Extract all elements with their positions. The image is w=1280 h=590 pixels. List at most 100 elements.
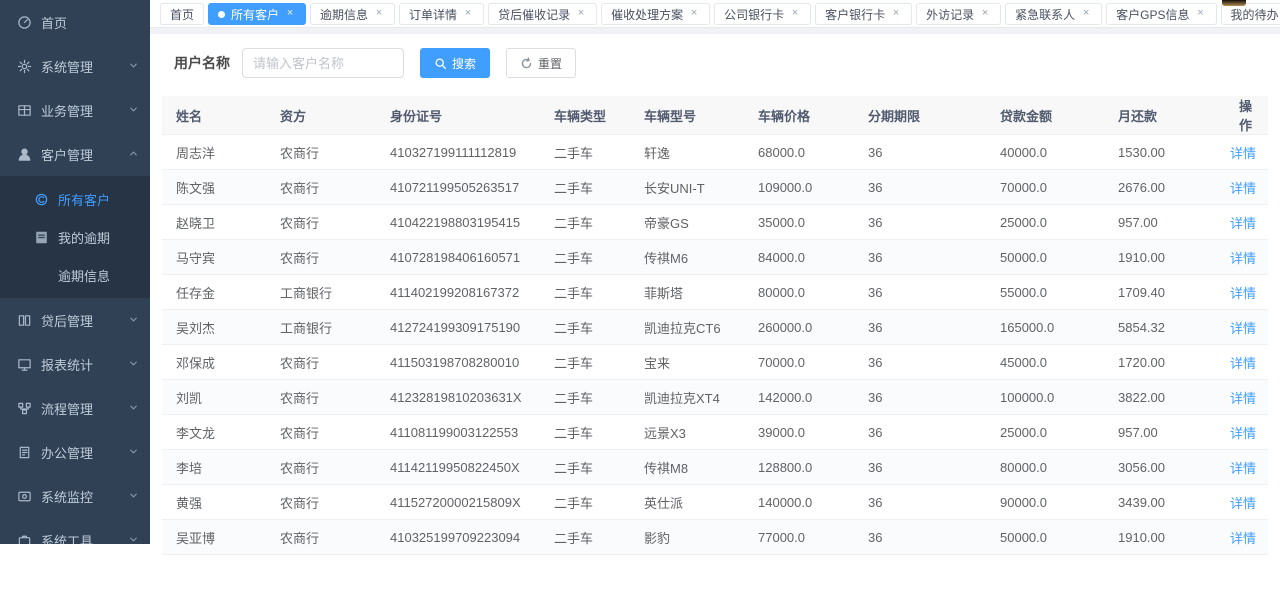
table-row: 吴亚博农商行410325199709223094二手车影豹77000.03650…	[162, 520, 1268, 555]
sidebar-item-5[interactable]: 报表统计	[0, 342, 150, 386]
tab-label: 紧急联系人	[1015, 6, 1075, 23]
submenu-item-label: 我的逾期	[58, 228, 140, 247]
cell: 二手车	[548, 450, 638, 485]
detail-link[interactable]: 详情	[1230, 356, 1256, 371]
table-row-partial	[162, 555, 1268, 590]
cell-action: 详情	[1224, 380, 1268, 415]
sidebar-item-2[interactable]: 业务管理	[0, 88, 150, 132]
detail-link[interactable]: 详情	[1230, 426, 1256, 441]
submenu-item-1[interactable]: 我的逾期	[0, 218, 150, 256]
detail-link[interactable]: 详情	[1230, 321, 1256, 336]
sidebar-item-9[interactable]: 系统工具	[0, 518, 150, 544]
close-icon[interactable]: ×	[789, 8, 801, 20]
cell: 411503198708280010	[384, 345, 548, 380]
tab-3[interactable]: 订单详情 ×	[399, 3, 484, 25]
submenu: 所有客户我的逾期逾期信息	[0, 176, 150, 298]
tab-1[interactable]: 所有客户×	[208, 3, 306, 25]
detail-link[interactable]: 详情	[1230, 461, 1256, 476]
column-header-4: 车辆型号	[638, 96, 752, 135]
cell: 957.00	[1112, 415, 1224, 450]
tab-label: 公司银行卡	[724, 6, 784, 23]
table-row: 黄强农商行41152720000215809X二手车英仕派140000.0369…	[162, 485, 1268, 520]
sidebar-item-3[interactable]: 客户管理	[0, 132, 150, 176]
sidebar-item-4[interactable]: 贷后管理	[0, 298, 150, 342]
cell: 宝来	[638, 345, 752, 380]
customer-icon	[33, 191, 49, 207]
close-icon[interactable]: ×	[1080, 8, 1092, 20]
close-icon[interactable]: ×	[688, 8, 700, 20]
reset-button[interactable]: 重置	[506, 48, 576, 78]
cell: 410728198406160571	[384, 240, 548, 275]
tab-9[interactable]: 紧急联系人 ×	[1005, 3, 1102, 25]
main-content: 首页所有客户×逾期信息×订单详情×贷后催收记录×催收处理方案×公司银行卡×客户银…	[150, 0, 1280, 544]
cell: 长安UNI-T	[638, 170, 752, 205]
cell: 36	[862, 205, 994, 240]
sidebar-item-7[interactable]: 办公管理	[0, 430, 150, 474]
sidebar-item-label: 系统监控	[41, 487, 128, 506]
sidebar-item-0[interactable]: 首页	[0, 0, 150, 44]
cell: 411081199003122553	[384, 415, 548, 450]
detail-link[interactable]: 详情	[1230, 251, 1256, 266]
tab-10[interactable]: 客户GPS信息 ×	[1106, 3, 1216, 25]
sidebar-item-8[interactable]: 系统监控	[0, 474, 150, 518]
detail-link[interactable]: 详情	[1230, 286, 1256, 301]
tab-label: 客户GPS信息	[1116, 6, 1189, 23]
close-icon[interactable]: ×	[373, 8, 385, 20]
customer-table: 姓名资方身份证号车辆类型车辆型号车辆价格分期期限贷款金额月还款操作 周志洋农商行…	[162, 96, 1268, 590]
close-icon[interactable]: ×	[462, 8, 474, 20]
tab-7[interactable]: 客户银行卡×	[815, 3, 912, 25]
reset-button-label: 重置	[538, 55, 562, 72]
detail-link[interactable]: 详情	[1230, 496, 1256, 511]
flow-icon	[16, 400, 32, 416]
cell: 邓保成	[162, 345, 274, 380]
detail-link[interactable]: 详情	[1230, 531, 1256, 546]
search-button[interactable]: 搜索	[420, 48, 490, 78]
submenu-item-0[interactable]: 所有客户	[0, 180, 150, 218]
close-icon[interactable]: ×	[1195, 8, 1207, 20]
column-header-1: 资方	[274, 96, 384, 135]
sidebar-item-1[interactable]: 系统管理	[0, 44, 150, 88]
sidebar: 首页系统管理业务管理客户管理所有客户我的逾期逾期信息贷后管理报表统计流程管理办公…	[0, 0, 150, 544]
detail-link[interactable]: 详情	[1230, 391, 1256, 406]
cell: 工商银行	[274, 310, 384, 345]
tab-label: 逾期信息	[320, 6, 368, 23]
close-icon[interactable]: ×	[979, 8, 991, 20]
detail-link[interactable]: 详情	[1230, 216, 1256, 231]
cell: 吴亚博	[162, 520, 274, 555]
cell: 帝豪GS	[638, 205, 752, 240]
chevron-up-icon	[128, 148, 140, 160]
close-icon[interactable]: ×	[575, 8, 587, 20]
tab-0[interactable]: 首页	[160, 3, 204, 25]
cell: 35000.0	[752, 205, 862, 240]
customer-name-input[interactable]	[242, 48, 404, 78]
sidebar-item-6[interactable]: 流程管理	[0, 386, 150, 430]
detail-link[interactable]: 详情	[1230, 146, 1256, 161]
cell-action: 详情	[1224, 415, 1268, 450]
tab-5[interactable]: 催收处理方案 ×	[601, 3, 710, 25]
cell-action: 详情	[1224, 450, 1268, 485]
tab-6[interactable]: 公司银行卡 ×	[714, 3, 811, 25]
table-row: 任存金工商银行411402199208167372二手车菲斯塔80000.036…	[162, 275, 1268, 310]
table-row: 李文龙农商行411081199003122553二手车远景X339000.036…	[162, 415, 1268, 450]
tab-4[interactable]: 贷后催收记录 ×	[488, 3, 597, 25]
tab-11[interactable]: 我的待办×	[1221, 3, 1280, 25]
cell: 传祺M8	[638, 450, 752, 485]
detail-link[interactable]: 详情	[1230, 181, 1256, 196]
cell: 128800.0	[752, 450, 862, 485]
tab-8[interactable]: 外访记录×	[916, 3, 1001, 25]
cell-action: 详情	[1224, 485, 1268, 520]
cell: 二手车	[548, 345, 638, 380]
cell: 412724199309175190	[384, 310, 548, 345]
search-icon	[434, 57, 447, 70]
tab-label: 订单详情	[409, 6, 457, 23]
cell: 80000.0	[994, 450, 1112, 485]
column-header-0: 姓名	[162, 96, 274, 135]
tab-label: 贷后催收记录	[498, 6, 570, 23]
cell-action: 详情	[1224, 275, 1268, 310]
table-row: 刘凯农商行41232819810203631X二手车凯迪拉克XT4142000.…	[162, 380, 1268, 415]
tab-2[interactable]: 逾期信息 ×	[310, 3, 395, 25]
tab-label: 催收处理方案	[611, 6, 683, 23]
close-icon[interactable]: ×	[284, 8, 296, 20]
submenu-item-2[interactable]: 逾期信息	[0, 256, 150, 294]
close-icon[interactable]: ×	[890, 8, 902, 20]
